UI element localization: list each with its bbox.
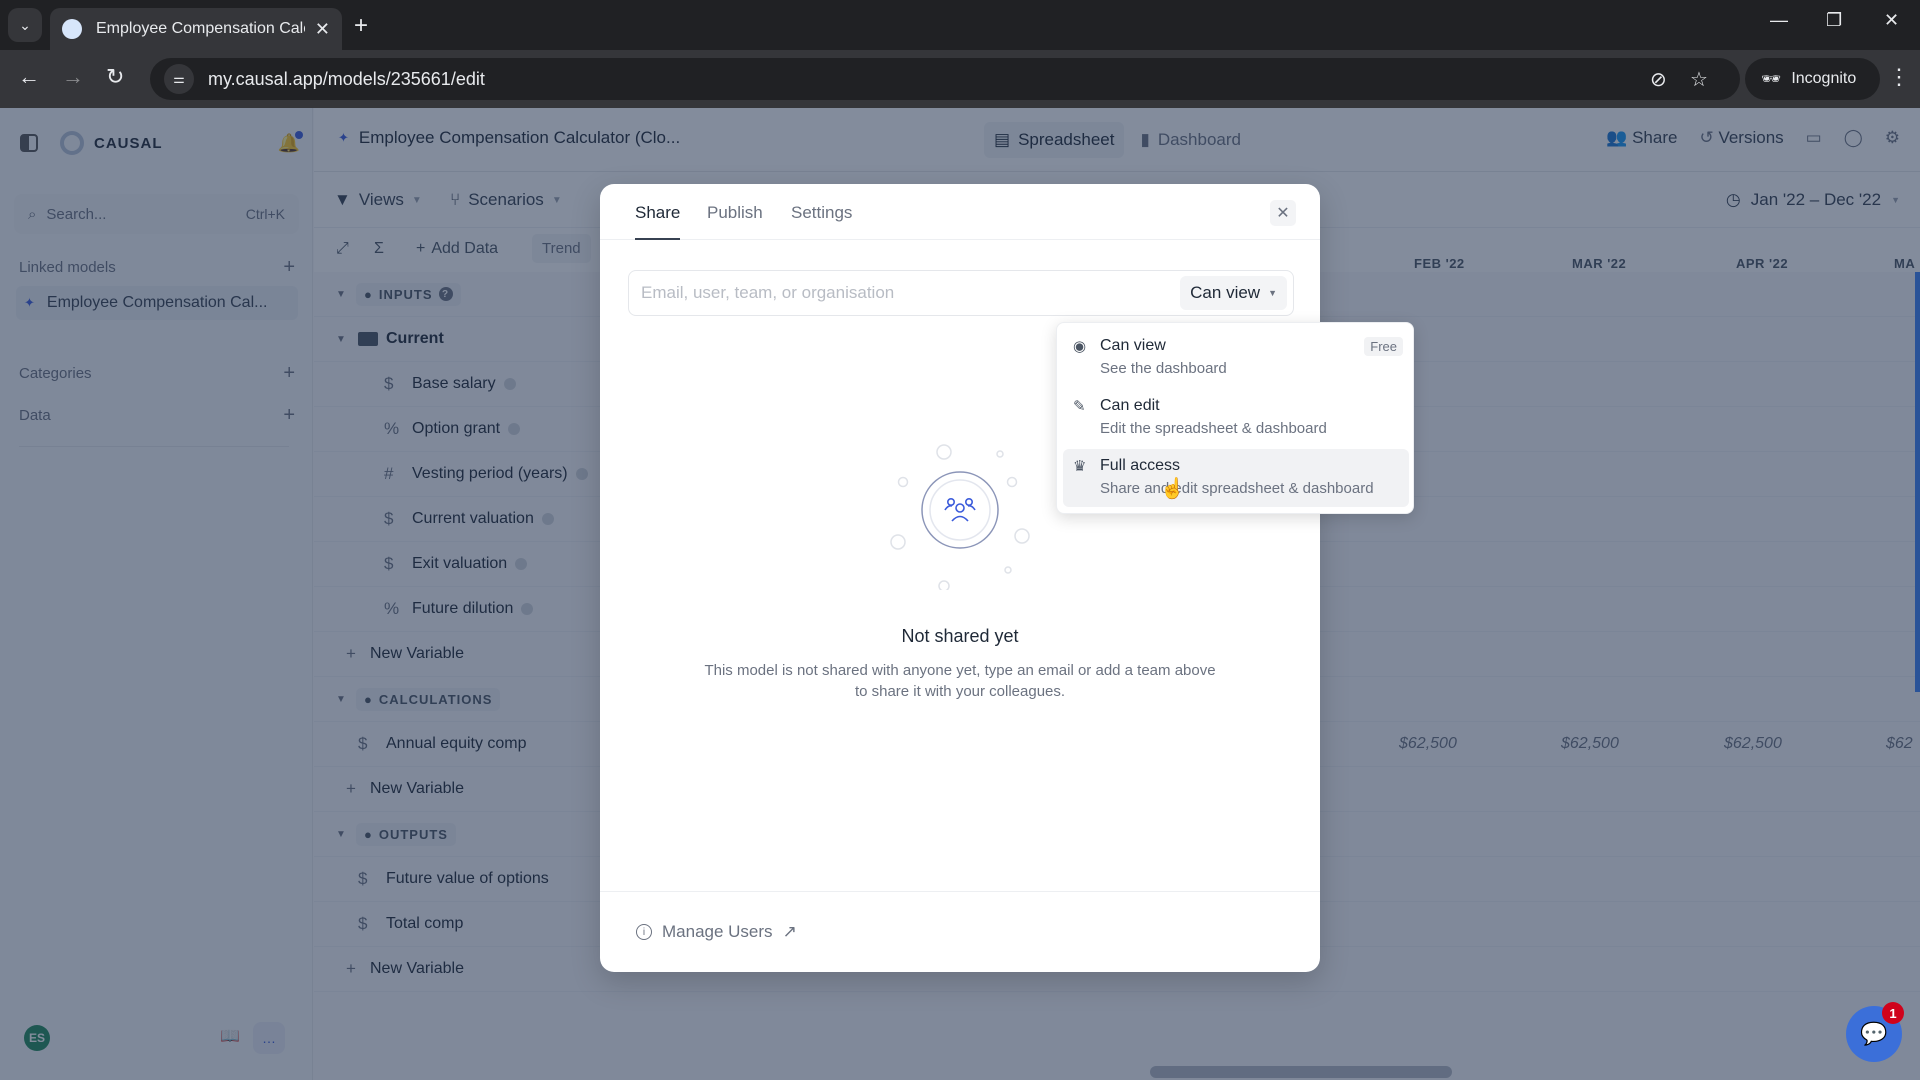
option-title: Can edit xyxy=(1100,397,1160,414)
hand-cursor-icon: ☝ xyxy=(1160,478,1185,500)
decorative-dots xyxy=(890,444,1030,590)
empty-state-description: This model is not shared with anyone yet… xyxy=(704,662,1216,700)
menu-item-full-access[interactable]: ♛ Full access Share and edit spreadsheet… xyxy=(1063,449,1409,507)
tab-title: Employee Compensation Calcul xyxy=(96,20,305,37)
back-icon[interactable]: ← xyxy=(18,64,40,90)
share-input-field: Can view ▼ xyxy=(628,270,1294,316)
chat-icon: 💬 xyxy=(1860,1021,1888,1046)
forward-icon[interactable]: → xyxy=(62,64,84,90)
modal-tabs: Share Publish Settings ✕ xyxy=(600,184,1320,240)
browser-tab-bar: ⌄ Employee Compensation Calcul ✕ + — ❐ ✕ xyxy=(0,0,1920,50)
favicon-icon xyxy=(62,19,82,39)
browser-tab[interactable]: Employee Compensation Calcul ✕ xyxy=(50,8,342,50)
email-field[interactable] xyxy=(641,283,1181,303)
tab-search-button[interactable]: ⌄ xyxy=(8,8,42,42)
illustration-ring-outer xyxy=(921,471,999,549)
modal-footer: i Manage Users ↗ xyxy=(600,891,1320,972)
close-tab-icon[interactable]: ✕ xyxy=(315,19,330,40)
browser-menu-icon[interactable]: ⋮ xyxy=(1888,64,1910,90)
eye-slash-icon[interactable]: ⊘ xyxy=(1650,67,1667,92)
illustration-ring-inner xyxy=(929,479,991,541)
option-description: Share and edit spreadsheet & dashboard xyxy=(1100,480,1374,497)
free-badge: Free xyxy=(1364,337,1403,356)
tab-publish[interactable]: Publish xyxy=(707,203,763,238)
manage-users-link[interactable]: i Manage Users ↗ xyxy=(636,922,797,942)
minimize-icon[interactable]: — xyxy=(1770,10,1788,31)
people-illustration xyxy=(890,444,1030,590)
permission-dropdown-menu: ◉ Can view See the dashboard Free ✎ Can … xyxy=(1056,322,1414,514)
new-tab-button[interactable]: + xyxy=(354,12,368,40)
permission-select[interactable]: Can view ▼ xyxy=(1180,276,1287,310)
reload-icon[interactable]: ↻ xyxy=(106,64,124,90)
manage-users-label: Manage Users xyxy=(662,922,773,941)
info-icon: i xyxy=(636,924,652,940)
menu-item-can-edit[interactable]: ✎ Can edit Edit the spreadsheet & dashbo… xyxy=(1063,389,1409,447)
chevron-down-icon: ⌄ xyxy=(19,16,31,33)
option-title: Full access xyxy=(1100,457,1181,474)
url-text: my.causal.app/models/235661/edit xyxy=(208,68,485,89)
star-icon[interactable]: ☆ xyxy=(1690,67,1708,92)
eye-icon: ◉ xyxy=(1073,338,1087,355)
users-icon xyxy=(944,498,976,522)
close-window-icon[interactable]: ✕ xyxy=(1884,10,1899,31)
address-bar[interactable]: ⚌ my.causal.app/models/235661/edit ⊘ ☆ xyxy=(150,58,1740,100)
chat-unread-badge: 1 xyxy=(1882,1002,1904,1024)
tab-settings[interactable]: Settings xyxy=(791,203,852,238)
menu-item-can-view[interactable]: ◉ Can view See the dashboard Free xyxy=(1063,329,1409,387)
permission-selected-label: Can view xyxy=(1190,283,1261,302)
pencil-icon: ✎ xyxy=(1073,398,1086,415)
crown-icon: ♛ xyxy=(1073,458,1087,475)
browser-toolbar: ← → ↻ ⚌ my.causal.app/models/235661/edit… xyxy=(0,50,1920,108)
share-modal: Share Publish Settings ✕ Can view ▼ xyxy=(600,184,1320,972)
incognito-badge[interactable]: 🕶 Incognito xyxy=(1745,58,1880,100)
empty-state-title: Not shared yet xyxy=(901,626,1019,646)
external-link-icon: ↗ xyxy=(782,922,797,941)
tab-share[interactable]: Share xyxy=(635,203,681,240)
option-title: Can view xyxy=(1100,337,1166,354)
restore-icon[interactable]: ❐ xyxy=(1826,10,1842,31)
caret-down-icon: ▼ xyxy=(1268,288,1277,298)
option-description: See the dashboard xyxy=(1100,360,1227,377)
incognito-label: Incognito xyxy=(1791,70,1857,87)
incognito-icon: 🕶 xyxy=(1761,71,1782,88)
site-settings-icon[interactable]: ⚌ xyxy=(164,64,194,94)
close-icon[interactable]: ✕ xyxy=(1270,200,1296,226)
option-description: Edit the spreadsheet & dashboard xyxy=(1100,420,1327,437)
